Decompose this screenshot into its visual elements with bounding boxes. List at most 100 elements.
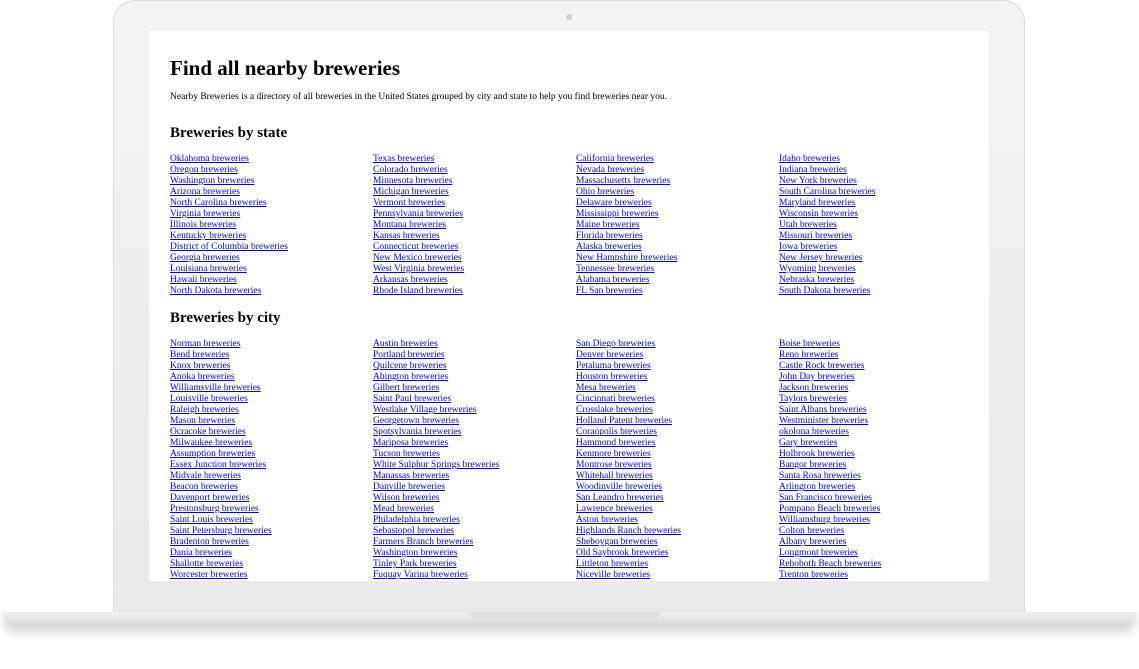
state-link[interactable]: Illinois breweries [170, 220, 373, 231]
city-link[interactable]: Quilcene breweries [373, 361, 576, 372]
city-link[interactable]: Tucson breweries [373, 449, 576, 460]
city-link[interactable]: Cincinnati breweries [576, 394, 779, 405]
state-link[interactable]: Missouri breweries [779, 231, 982, 242]
state-link[interactable]: West Virginia breweries [373, 264, 576, 275]
city-link[interactable]: Jackson breweries [779, 383, 982, 394]
state-link[interactable]: Arizona breweries [170, 187, 373, 198]
state-link[interactable]: New Jersey breweries [779, 253, 982, 264]
city-link[interactable]: Spotsylvania breweries [373, 427, 576, 438]
city-link[interactable]: Mead breweries [373, 504, 576, 515]
state-link[interactable]: Iowa breweries [779, 242, 982, 253]
city-link[interactable]: Louisville breweries [170, 394, 373, 405]
state-link[interactable]: Georgia breweries [170, 253, 373, 264]
state-link[interactable]: Connecticut breweries [373, 242, 576, 253]
state-link[interactable]: Hawaii breweries [170, 275, 373, 286]
city-link[interactable]: Ocracoke breweries [170, 427, 373, 438]
state-link[interactable]: Wyoming breweries [779, 264, 982, 275]
city-link[interactable]: Sebastopol breweries [373, 526, 576, 537]
city-link[interactable]: Bradenton breweries [170, 537, 373, 548]
city-link[interactable]: Santa Rosa breweries [779, 471, 982, 482]
city-link[interactable]: Farmers Branch breweries [373, 537, 576, 548]
city-link[interactable]: Tinley Park breweries [373, 559, 576, 570]
city-link[interactable]: Fuquay Varina breweries [373, 570, 576, 581]
city-link[interactable]: Saint Petersburg breweries [170, 526, 373, 537]
city-link[interactable]: Kenmore breweries [576, 449, 779, 460]
city-link[interactable]: Trenton breweries [779, 570, 982, 581]
city-link[interactable]: Lawrence breweries [576, 504, 779, 515]
state-link[interactable]: Ohio breweries [576, 187, 779, 198]
state-link[interactable]: South Carolina breweries [779, 187, 982, 198]
city-link[interactable]: Aston breweries [576, 515, 779, 526]
city-link[interactable]: Albany breweries [779, 537, 982, 548]
city-link[interactable]: Williamsburg breweries [779, 515, 982, 526]
city-link[interactable]: Danville breweries [373, 482, 576, 493]
state-link[interactable]: Virginia breweries [170, 209, 373, 220]
city-link[interactable]: Bangor breweries [779, 460, 982, 471]
city-link[interactable]: Coraopolis breweries [576, 427, 779, 438]
city-link[interactable]: Westlake Village breweries [373, 405, 576, 416]
city-link[interactable]: White Sulphur Springs breweries [373, 460, 576, 471]
city-link[interactable]: Holland Patent breweries [576, 416, 779, 427]
state-link[interactable]: Delaware breweries [576, 198, 779, 209]
state-link[interactable]: Colorado breweries [373, 165, 576, 176]
city-link[interactable]: Gilbert breweries [373, 383, 576, 394]
state-link[interactable]: Florida breweries [576, 231, 779, 242]
city-link[interactable]: Rehoboth Beach breweries [779, 559, 982, 570]
state-link[interactable]: Maine breweries [576, 220, 779, 231]
city-link[interactable]: Mason breweries [170, 416, 373, 427]
state-link[interactable]: Kansas breweries [373, 231, 576, 242]
state-link[interactable]: Texas breweries [373, 154, 576, 165]
city-link[interactable]: Sheboygan breweries [576, 537, 779, 548]
city-link[interactable]: Milwaukee breweries [170, 438, 373, 449]
city-link[interactable]: Davenport breweries [170, 493, 373, 504]
state-link[interactable]: California breweries [576, 154, 779, 165]
city-link[interactable]: Petaluma breweries [576, 361, 779, 372]
city-link[interactable]: Portland breweries [373, 350, 576, 361]
state-link[interactable]: Nebraska breweries [779, 275, 982, 286]
city-link[interactable]: Midvale breweries [170, 471, 373, 482]
state-link[interactable]: Alabama breweries [576, 275, 779, 286]
city-link[interactable]: Highlands Ranch breweries [576, 526, 779, 537]
city-link[interactable]: Arlington breweries [779, 482, 982, 493]
city-link[interactable]: Manassas breweries [373, 471, 576, 482]
city-link[interactable]: Williamsville breweries [170, 383, 373, 394]
state-link[interactable]: Vermont breweries [373, 198, 576, 209]
state-link[interactable]: New Mexico breweries [373, 253, 576, 264]
city-link[interactable]: Littleton breweries [576, 559, 779, 570]
state-link[interactable]: Mississippi breweries [576, 209, 779, 220]
city-link[interactable]: Beacon breweries [170, 482, 373, 493]
state-link[interactable]: Kentucky breweries [170, 231, 373, 242]
city-link[interactable]: Philadelphia breweries [373, 515, 576, 526]
state-link[interactable]: Washington breweries [170, 176, 373, 187]
city-link[interactable]: Raleigh breweries [170, 405, 373, 416]
city-link[interactable]: Denver breweries [576, 350, 779, 361]
city-link[interactable]: Anoka breweries [170, 372, 373, 383]
state-link[interactable]: Pennsylvania breweries [373, 209, 576, 220]
state-link[interactable]: Maryland breweries [779, 198, 982, 209]
city-link[interactable]: Montrose breweries [576, 460, 779, 471]
state-link[interactable]: Louisiana breweries [170, 264, 373, 275]
city-link[interactable]: Norman breweries [170, 339, 373, 350]
state-link[interactable]: Utah breweries [779, 220, 982, 231]
city-link[interactable]: Gary breweries [779, 438, 982, 449]
state-link[interactable]: New Hampshire breweries [576, 253, 779, 264]
state-link[interactable]: Minnesota breweries [373, 176, 576, 187]
city-link[interactable]: Bend breweries [170, 350, 373, 361]
city-link[interactable]: Georgetown breweries [373, 416, 576, 427]
state-link[interactable]: Michigan breweries [373, 187, 576, 198]
city-link[interactable]: Old Saybrook breweries [576, 548, 779, 559]
city-link[interactable]: Worcester breweries [170, 570, 373, 581]
city-link[interactable]: Abington breweries [373, 372, 576, 383]
city-link[interactable]: okolona breweries [779, 427, 982, 438]
state-link[interactable]: Tennessee breweries [576, 264, 779, 275]
state-link[interactable]: Massachusetts breweries [576, 176, 779, 187]
state-link[interactable]: Arkansas breweries [373, 275, 576, 286]
city-link[interactable]: John Day breweries [779, 372, 982, 383]
city-link[interactable]: Mesa breweries [576, 383, 779, 394]
city-link[interactable]: Whitehall breweries [576, 471, 779, 482]
state-link[interactable]: Indiana breweries [779, 165, 982, 176]
city-link[interactable]: Longmont breweries [779, 548, 982, 559]
state-link[interactable]: North Carolina breweries [170, 198, 373, 209]
city-link[interactable]: San Francisco breweries [779, 493, 982, 504]
city-link[interactable]: Woodinville breweries [576, 482, 779, 493]
